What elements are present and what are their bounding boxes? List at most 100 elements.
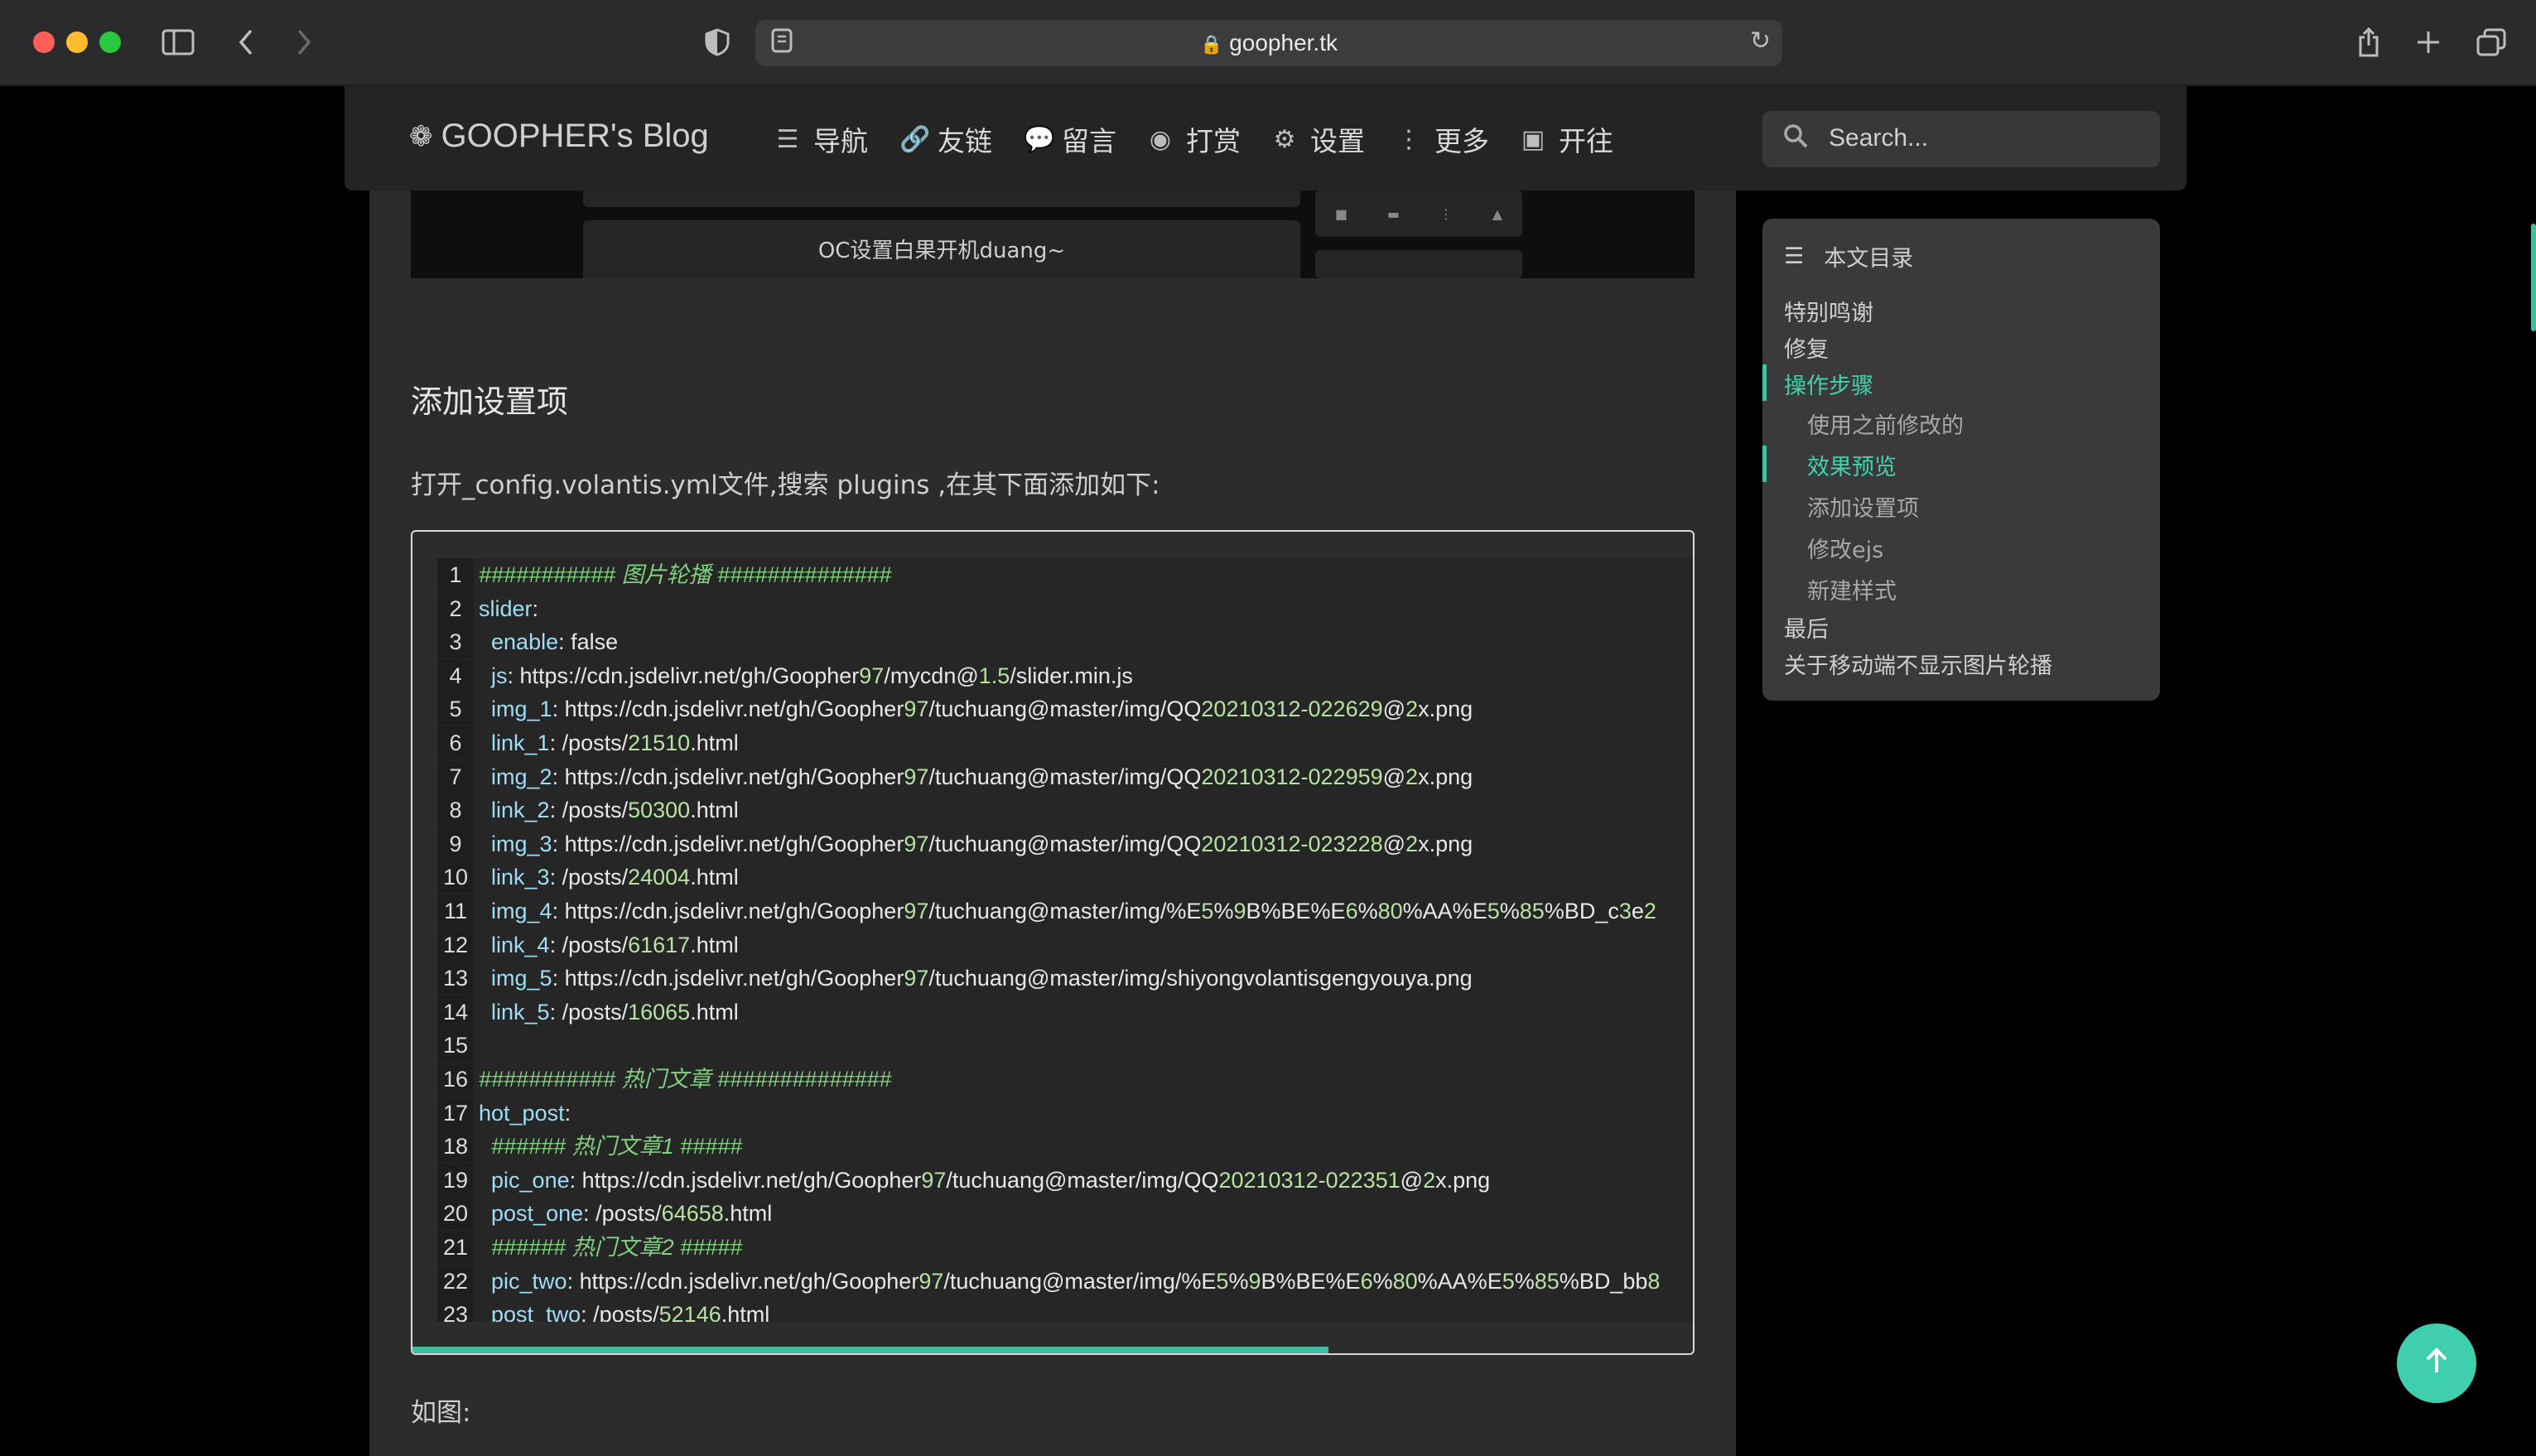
code-line: 9 img_3: https://cdn.jsdelivr.net/gh/Goo… [437,827,1473,861]
nav-item-more[interactable]: ⋮ 更多 [1396,119,1489,159]
preview-side-card [1315,250,1522,278]
send-icon: ▲ [1492,205,1503,222]
code-text: img_4: https://cdn.jsdelivr.net/gh/Gooph… [491,899,1656,923]
nav-item-donate[interactable]: ◉ 打赏 [1148,119,1241,159]
preview-side-card: ■ ▬ ⋮ ▲ [1315,190,1522,237]
code-text: slider: [479,595,539,621]
code-line: 16 ########### 热门文章 ############## [437,1063,891,1096]
toc-item[interactable]: 操作步骤 [1784,368,1873,400]
code-line: 5 img_1: https://cdn.jsdelivr.net/gh/Goo… [437,692,1473,726]
sidebar-icon[interactable] [161,23,195,61]
share-icon[interactable] [2354,23,2384,61]
preview-card [583,190,1300,207]
code-line: 15 [437,1029,479,1063]
line-number: 4 [437,658,474,692]
line-number: 1 [437,558,474,591]
figure-caption: 如图: [411,1398,471,1428]
chevron-left-icon[interactable] [234,23,258,61]
toc-item[interactable]: 最后 [1784,611,1829,644]
minimize-window-button[interactable] [66,31,88,53]
code-text: enable: false [491,629,619,655]
code-line: 6 link_1: /posts/21510.html [437,726,739,759]
code-block[interactable]: 1 ########### 图片轮播 ############## 2 slider:… [411,530,1695,1355]
arrow-up-icon [2422,1343,2452,1385]
code-line: 3 enable: false [437,625,619,659]
line-number: 20 [437,1197,474,1231]
code-text: hot_post: [479,1100,571,1126]
nav-item-label: 留言 [1062,125,1116,157]
address-bar[interactable]: 🔒 goopher.tk ↻ [755,20,1782,66]
toc-item[interactable]: 特别鸣谢 [1784,295,1873,327]
intro-paragraph: 打开_config.volantis.yml文件,搜索 plugins ,在其下… [411,470,1160,500]
nav-item-travel[interactable]: ▣ 开往 [1521,119,1613,159]
toc-item[interactable]: 效果预览 [1807,449,1897,481]
code-text: post_one: /posts/64658.html [491,1201,773,1227]
code-text: link_1: /posts/21510.html [491,730,739,755]
code-line: 19 pic_one: https://cdn.jsdelivr.net/gh/… [437,1163,1490,1197]
code-line: 13 img_5: https://cdn.jsdelivr.net/gh/Go… [437,962,1473,996]
code-line: 20 post_one: /posts/64658.html [437,1197,773,1231]
line-number: 18 [437,1130,474,1164]
nav-item-guide[interactable]: ☰ 导航 [775,119,868,159]
line-number: 2 [437,591,474,625]
line-number: 21 [437,1231,474,1264]
code-text: ########### 图片轮播 ############## [479,562,892,587]
preview-image: OC设置白果开机duang~ ■ ▬ ⋮ ▲ [411,190,1695,278]
page-scrollbar[interactable] [2531,224,2536,331]
code-line: 22 pic_two: https://cdn.jsdelivr.net/gh/… [437,1264,1661,1298]
close-window-button[interactable] [33,31,55,53]
nav-item-settings[interactable]: ⚙ 设置 [1272,119,1365,159]
square-icon: ■ [1334,205,1348,222]
nav-item-label: 友链 [938,125,992,157]
back-to-top-button[interactable] [2397,1323,2476,1403]
web-page: OC设置白果开机duang~ ■ ▬ ⋮ ▲ ❁ GOOPHER's Blog … [0,86,2536,1456]
search-icon [1782,123,1809,157]
gear-logo-icon: ❁ [409,120,433,152]
line-number: 19 [437,1163,474,1197]
comment-icon: 💬 [1024,124,1055,154]
code-line: 7 img_2: https://cdn.jsdelivr.net/gh/Goo… [437,759,1473,793]
code-line: 4 js: https://cdn.jsdelivr.net/gh/Goophe… [437,658,1133,692]
open-icon: ▣ [1521,124,1545,154]
code-text: link_4: /posts/61617.html [491,932,739,957]
dots-icon: ⋮ [1439,205,1453,222]
toc-title: 本文目录 [1824,246,1914,272]
nav-item-links[interactable]: 🔗 友链 [899,119,992,159]
code-text: ########### 热门文章 ############## [479,1067,892,1092]
code-text: link_3: /posts/24004.html [491,865,739,890]
tab-overview-icon[interactable] [2475,23,2508,61]
toc-item[interactable]: 使用之前修改的 [1807,407,1964,440]
nav-item-guestbook[interactable]: 💬 留言 [1024,119,1116,159]
lock-icon: 🔒 [1200,34,1223,55]
new-tab-icon[interactable] [2413,23,2443,61]
line-number: 22 [437,1264,474,1298]
code-text: img_2: https://cdn.jsdelivr.net/gh/Gooph… [491,764,1473,789]
line-number: 13 [437,962,474,996]
toc-item[interactable]: 修改ejs [1807,532,1883,564]
reload-icon[interactable]: ↻ [1750,27,1771,55]
site-brand[interactable]: ❁ GOOPHER's Blog [409,118,709,155]
dollar-icon: ◉ [1149,124,1172,154]
brand-label: GOOPHER's Blog [441,118,709,154]
line-number: 23 [437,1298,474,1322]
code-line: 8 link_2: /posts/50300.html [437,793,739,827]
nav-item-label: 打赏 [1186,125,1241,157]
toc-item[interactable]: 添加设置项 [1807,490,1919,523]
line-number: 17 [437,1096,474,1130]
code-text: js: https://cdn.jsdelivr.net/gh/Goopher9… [491,663,1133,688]
code-text: pic_two: https://cdn.jsdelivr.net/gh/Goo… [491,1268,1661,1294]
search-input[interactable]: Search... [1762,111,2160,167]
horizontal-scrollbar[interactable] [412,1347,1328,1353]
toc-item[interactable]: 修复 [1784,331,1829,364]
table-of-contents: ☰ 本文目录 特别鸣谢 修复 操作步骤 使用之前修改的 效果预览 添加设置项 修改ejs 新建… [1762,219,2160,701]
toc-item[interactable]: 关于移动端不显示图片轮播 [1784,648,2052,680]
privacy-shield-icon[interactable] [702,23,732,61]
toc-item[interactable]: 新建样式 [1807,573,1897,605]
zoom-window-button[interactable] [99,31,121,53]
list-icon: ☰ [776,124,799,154]
code-text: ###### 热门文章2 ##### [479,1235,743,1260]
code-line: 1 ########### 图片轮播 ############## [437,558,891,591]
url-text: 🔒 goopher.tk [755,30,1782,56]
line-number: 5 [437,692,474,726]
line-number: 15 [437,1029,474,1063]
